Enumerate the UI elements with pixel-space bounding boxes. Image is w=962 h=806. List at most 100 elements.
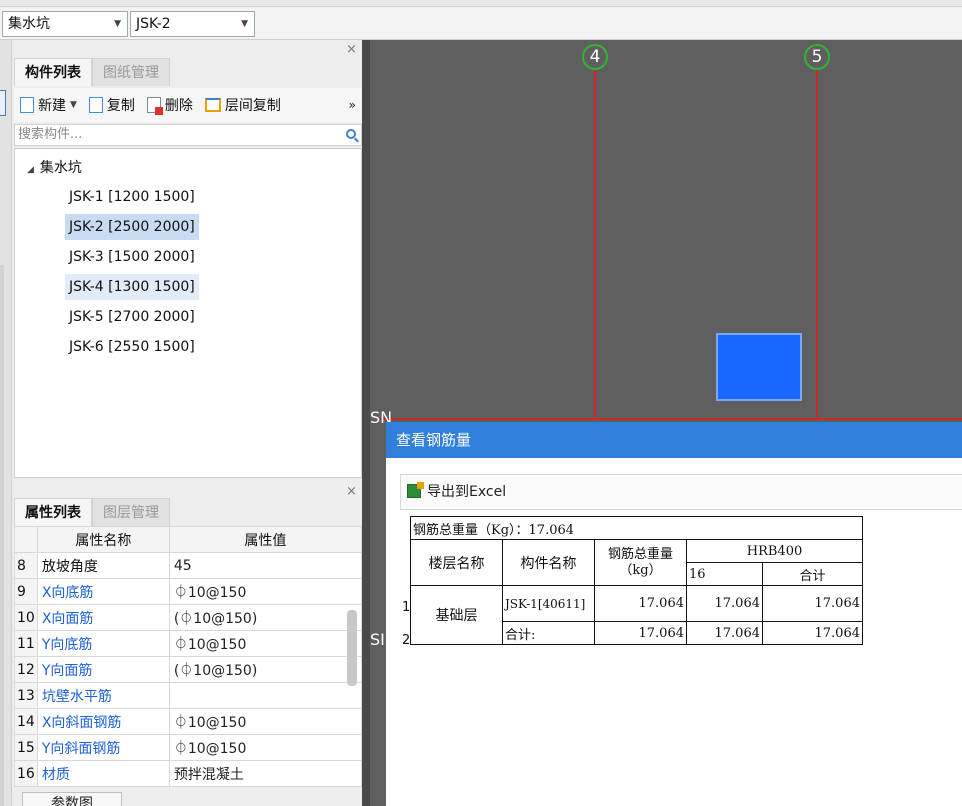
close-icon[interactable]: ×	[346, 484, 357, 499]
total-row: 钢筋总重量（Kg）：17.064	[410, 516, 863, 540]
dialog-title: 查看钢筋量	[386, 422, 962, 458]
property-row[interactable]: 9 X向底筋 ⏀10@150	[14, 578, 363, 605]
total-weight-cell: 17.064	[594, 585, 687, 622]
property-header-row: 属性名称 属性值	[14, 526, 363, 553]
subtotal-cell: 17.064	[762, 621, 863, 645]
property-value[interactable]: ⏀10@150	[168, 630, 363, 657]
property-row[interactable]: 11 Y向底筋 ⏀10@150	[14, 630, 363, 657]
item-combo[interactable]: JSK-2 ▼	[130, 11, 255, 37]
property-value[interactable]: ⏀10@150	[168, 578, 363, 605]
diameter-header: 16	[686, 562, 763, 586]
chevron-down-icon[interactable]: ▼	[241, 12, 248, 36]
tab-component-list[interactable]: 构件列表	[14, 58, 92, 86]
property-scrollbar-thumb[interactable]	[347, 610, 357, 686]
property-row[interactable]: 8 放坡角度 45	[14, 552, 363, 579]
data-row[interactable]: 基础层 JSK-1[40611] 17.064 17.064 17.064	[410, 585, 863, 645]
more-icon[interactable]: »	[349, 98, 356, 112]
type-combo[interactable]: 集水坑 ▼	[2, 11, 128, 37]
rebar-table: 钢筋总重量（Kg）：17.064 楼层名称 构件名称 钢筋总重量（kg） HRB…	[410, 516, 863, 645]
type-combo-value: 集水坑	[8, 16, 50, 32]
floor-copy-button[interactable]: 层间复制	[204, 95, 281, 115]
property-value[interactable]: 预拌混凝土	[168, 760, 363, 787]
tree-item[interactable]: JSK-5 [2700 2000]	[65, 304, 199, 330]
copy-icon	[88, 97, 103, 113]
property-name: 放坡角度	[36, 552, 170, 579]
property-value[interactable]: 45	[168, 552, 363, 579]
property-row[interactable]: 16 材质 预拌混凝土	[14, 760, 363, 787]
row-index: 16	[14, 760, 38, 787]
export-excel-button[interactable]: 导出到Excel	[407, 482, 507, 500]
floor-name-cell: 基础层	[410, 585, 503, 645]
subtotal-cell: 17.064	[762, 585, 863, 622]
ribbon-bottom-edge	[0, 0, 962, 7]
tree-item-hovered[interactable]: JSK-4 [1300 1500]	[65, 274, 199, 300]
export-label: 导出到Excel	[427, 484, 507, 500]
component-search-input[interactable]: 搜索构件...	[14, 124, 362, 146]
row-index: 11	[14, 630, 38, 657]
axis-line-5	[816, 68, 818, 418]
floor-name-header: 楼层名称	[410, 539, 503, 586]
tree-item-selected[interactable]: JSK-2 [2500 2000]	[65, 214, 199, 240]
tree-item[interactable]: JSK-1 [1200 1500]	[65, 184, 199, 210]
delete-icon	[146, 97, 163, 115]
tab-property-list[interactable]: 属性列表	[14, 498, 92, 526]
property-name: X向底筋	[36, 578, 170, 605]
property-value[interactable]: ⏀10@150	[168, 708, 363, 735]
diameter-cell: 17.064	[686, 621, 763, 645]
new-doc-icon	[20, 97, 34, 113]
expand-triangle-icon[interactable]: ◢	[27, 165, 34, 175]
row-index: 12	[14, 656, 38, 683]
side-tab-icon[interactable]	[0, 90, 6, 116]
total-weight-header: 钢筋总重量（kg）	[594, 539, 687, 586]
parameter-diagram-button[interactable]: 参数图	[22, 792, 122, 806]
row-index: 14	[14, 708, 38, 735]
property-row[interactable]: 13 坑壁水平筋	[14, 682, 363, 709]
component-name-header: 构件名称	[502, 539, 595, 586]
property-value-header: 属性值	[168, 526, 363, 553]
property-row[interactable]: 15 Y向斜面钢筋 ⏀10@150	[14, 734, 363, 761]
tree-item[interactable]: JSK-3 [1500 2000]	[65, 244, 199, 270]
axis-line-horizontal	[378, 418, 962, 420]
property-value[interactable]: (⏀10@150)	[168, 604, 363, 631]
axis-marker-si: SI	[370, 630, 385, 649]
component-toolbar: 新建 ▼ 复制 删除 层间复制 »	[14, 88, 362, 122]
property-name: X向面筋	[36, 604, 170, 631]
property-row[interactable]: 12 Y向面筋 (⏀10@150)	[14, 656, 363, 683]
dialog-toolbar: 导出到Excel	[400, 474, 962, 510]
sump-pit-shape[interactable]	[716, 333, 802, 401]
property-value[interactable]	[168, 682, 363, 709]
close-icon[interactable]: ×	[346, 42, 357, 57]
property-value[interactable]: ⏀10@150	[168, 734, 363, 761]
row-index: 15	[14, 734, 38, 761]
total-weight-label: 钢筋总重量（Kg）：17.064	[410, 516, 863, 540]
new-label: 新建	[38, 98, 66, 114]
rebar-quantity-dialog: 查看钢筋量 导出到Excel 1 2 钢筋总重量（Kg）：17.064 楼层名称…	[386, 422, 962, 806]
copy-button[interactable]: 复制	[88, 95, 135, 115]
property-name: Y向斜面钢筋	[36, 734, 170, 761]
delete-button[interactable]: 删除	[146, 95, 193, 115]
tab-layer-manage[interactable]: 图层管理	[92, 498, 170, 526]
new-button[interactable]: 新建 ▼	[20, 95, 77, 115]
header-row: 楼层名称 构件名称 钢筋总重量（kg） HRB400	[410, 539, 863, 586]
selector-bar: 集水坑 ▼ JSK-2 ▼	[0, 0, 962, 40]
tree-root-label: 集水坑	[39, 160, 82, 176]
collapsed-side-bar	[0, 40, 12, 806]
search-icon[interactable]	[346, 129, 356, 139]
component-tree: ◢ 集水坑 JSK-1 [1200 1500] JSK-2 [2500 2000]…	[14, 148, 362, 478]
tab-drawing-manage[interactable]: 图纸管理	[92, 58, 170, 86]
delete-label: 删除	[164, 98, 193, 114]
axis-label-4: 4	[582, 44, 608, 70]
item-combo-value: JSK-2	[136, 16, 171, 32]
panel-splitter[interactable]	[362, 40, 370, 806]
property-row[interactable]: 10 X向面筋 (⏀10@150)	[14, 604, 363, 631]
property-value[interactable]: (⏀10@150)	[168, 656, 363, 683]
property-name: 材质	[36, 760, 170, 787]
property-row[interactable]: 14 X向斜面钢筋 ⏀10@150	[14, 708, 363, 735]
chevron-down-icon[interactable]: ▼	[114, 12, 121, 36]
property-name: 坑壁水平筋	[36, 682, 170, 709]
chevron-down-icon: ▼	[70, 100, 77, 110]
tree-item[interactable]: JSK-6 [2550 1500]	[65, 334, 199, 360]
row-index: 10	[14, 604, 38, 631]
total-weight-cell: 17.064	[594, 621, 687, 645]
tree-root[interactable]: ◢ 集水坑	[27, 157, 82, 177]
